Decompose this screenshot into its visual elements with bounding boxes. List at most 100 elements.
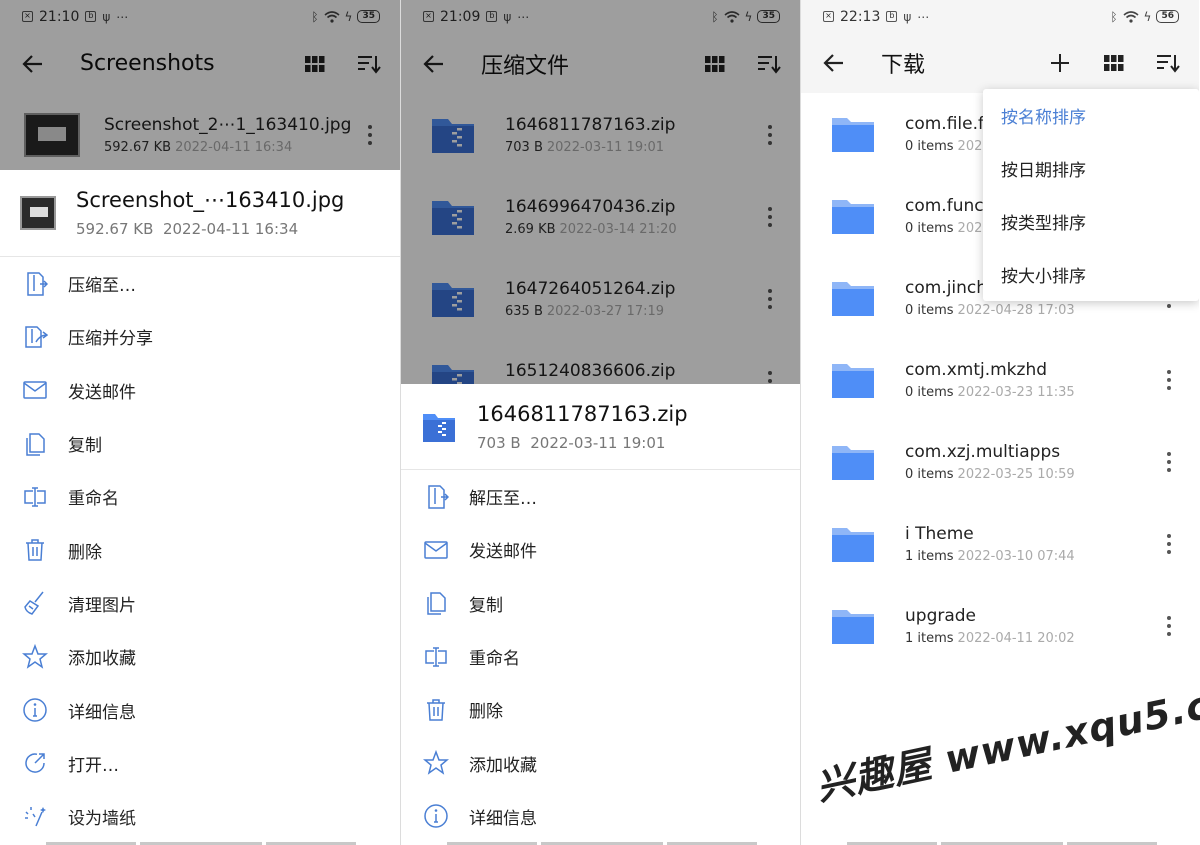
- status-bar: × 21:10 b ψ ⋯ ᛒ ϟ 35: [0, 0, 400, 33]
- sort-option[interactable]: 按类型排序: [983, 195, 1199, 248]
- star-icon: [423, 750, 449, 776]
- folder-item-count: 0 items: [905, 303, 954, 318]
- page-title: 下载: [881, 53, 926, 78]
- folder-date: 202: [957, 221, 983, 236]
- menu-item-mail[interactable]: 发送邮件: [0, 364, 400, 417]
- copy-icon: [423, 590, 449, 616]
- sort-option[interactable]: 按大小排序: [983, 248, 1199, 301]
- more-options-button[interactable]: [1159, 611, 1179, 641]
- menu-item-compress-share[interactable]: 压缩并分享: [0, 310, 400, 363]
- menu-item-star[interactable]: 添加收藏: [401, 736, 800, 789]
- grid-view-button[interactable]: [702, 51, 728, 77]
- file-row[interactable]: 1646996470436.zip 2.69 KB 2022-03-14 21:20: [401, 176, 800, 258]
- menu-item-compress-to[interactable]: 压缩至…: [0, 257, 400, 310]
- sort-option[interactable]: 按日期排序: [983, 142, 1199, 195]
- more-options-button[interactable]: [360, 120, 380, 150]
- folder-date: 2022-03-25 10:59: [957, 467, 1075, 482]
- menu-item-label: 解压至…: [469, 489, 537, 510]
- grid-icon: [305, 55, 325, 72]
- folder-item-count: 1 items: [905, 631, 954, 646]
- menu-item-info[interactable]: 详细信息: [401, 790, 800, 843]
- grid-view-button[interactable]: [1101, 50, 1127, 76]
- notification-icon: ×: [823, 11, 834, 22]
- menu-item-copy[interactable]: 复制: [0, 417, 400, 470]
- app-badge-icon: b: [886, 11, 898, 22]
- folder-row[interactable]: upgrade 1 items 2022-04-11 20:02: [801, 585, 1199, 667]
- folder-name: com.xzj.multiapps: [905, 442, 1061, 462]
- menu-item-rename[interactable]: 重命名: [401, 630, 800, 683]
- mail-icon: [22, 377, 48, 403]
- file-row[interactable]: 1646811787163.zip 703 B 2022-03-11 19:01: [401, 94, 800, 176]
- sort-button[interactable]: [1155, 50, 1181, 76]
- app-badge-icon: b: [486, 11, 498, 22]
- wallpaper-icon: [22, 804, 48, 830]
- wifi-icon: [1123, 10, 1139, 23]
- sort-menu: 按名称排序 按日期排序 按类型排序 按大小排序: [983, 89, 1199, 301]
- grid-view-button[interactable]: [302, 51, 328, 77]
- folder-icon: [825, 601, 881, 651]
- more-options-button[interactable]: [1159, 529, 1179, 559]
- sheet-menu: 压缩至… 压缩并分享发送邮件 复制 重命名 删除 清理图片 添加收藏 详细信息打开… 设为墙纸: [0, 257, 400, 843]
- file-size: 592.67 KB: [104, 140, 172, 155]
- more-options-button[interactable]: [1159, 447, 1179, 477]
- wifi-icon: [724, 10, 740, 23]
- image-thumbnail: [24, 113, 80, 157]
- menu-item-delete[interactable]: 删除: [0, 523, 400, 576]
- back-button[interactable]: [20, 51, 46, 77]
- file-name: 1646996470436.zip: [505, 197, 676, 217]
- more-notifications-icon: ⋯: [517, 9, 530, 24]
- more-options-button[interactable]: [760, 202, 780, 232]
- sort-option[interactable]: 按名称排序: [983, 89, 1199, 142]
- toolbar: 压缩文件: [401, 33, 800, 94]
- sort-button[interactable]: [756, 51, 782, 77]
- menu-item-extract[interactable]: 解压至…: [401, 470, 800, 523]
- folder-row[interactable]: com.xzj.multiapps 0 items 2022-03-25 10:59: [801, 421, 1199, 503]
- folder-icon: [825, 191, 881, 241]
- rename-icon: [22, 484, 48, 510]
- plus-icon: [1051, 54, 1069, 72]
- battery-indicator: 35: [357, 10, 380, 23]
- status-time: 21:10: [39, 8, 80, 25]
- folder-row[interactable]: i Theme 1 items 2022-03-10 07:44: [801, 503, 1199, 585]
- menu-item-label: 打开…: [68, 755, 119, 776]
- folder-icon: [825, 355, 881, 405]
- bluetooth-icon: ᛒ: [1110, 9, 1118, 24]
- menu-item-delete[interactable]: 删除: [401, 683, 800, 736]
- folder-row[interactable]: com.xmtj.mkzhd 0 items 2022-03-23 11:35: [801, 339, 1199, 421]
- menu-item-mail[interactable]: 发送邮件: [401, 523, 800, 576]
- menu-item-wallpaper[interactable]: 设为墙纸: [0, 790, 400, 843]
- usb-icon: ψ: [903, 9, 912, 24]
- folder-name: com.xmtj.mkzhd: [905, 360, 1048, 380]
- menu-item-label: 压缩并分享: [68, 329, 153, 350]
- menu-item-label: 压缩至…: [68, 276, 136, 297]
- more-options-button[interactable]: [760, 284, 780, 314]
- menu-item-copy[interactable]: 复制: [401, 577, 800, 630]
- page-title: Screenshots: [80, 51, 215, 76]
- folder-date: 202: [957, 139, 983, 154]
- folder-icon: [825, 273, 881, 323]
- back-button[interactable]: [421, 51, 447, 77]
- menu-item-label: 复制: [469, 595, 503, 616]
- menu-item-open[interactable]: 打开…: [0, 737, 400, 790]
- wifi-icon: [324, 10, 340, 23]
- folder-date: 2022-04-28 17:03: [957, 303, 1075, 318]
- menu-item-info[interactable]: 详细信息: [0, 683, 400, 736]
- menu-item-rename[interactable]: 重命名: [0, 470, 400, 523]
- more-options-button[interactable]: [760, 120, 780, 150]
- panel-archives: × 21:09 b ψ ⋯ ᛒ ϟ 35 压缩文件 1646811787163.…: [400, 0, 800, 845]
- menu-item-star[interactable]: 添加收藏: [0, 630, 400, 683]
- back-button[interactable]: [821, 50, 847, 76]
- new-folder-button[interactable]: [1047, 50, 1073, 76]
- sheet-file-date: 2022-03-11 19:01: [530, 433, 666, 452]
- file-row[interactable]: Screenshot_2⋯1_163410.jpg 592.67 KB 2022-…: [0, 94, 400, 176]
- menu-item-broom[interactable]: 清理图片: [0, 577, 400, 630]
- usb-icon: ψ: [102, 9, 111, 24]
- more-notifications-icon: ⋯: [116, 9, 129, 24]
- sheet-menu: 解压至… 发送邮件复制重命名 删除 添加收藏 详细信息: [401, 470, 800, 843]
- zip-file-icon: [425, 192, 481, 242]
- more-options-button[interactable]: [1159, 365, 1179, 395]
- panel-screenshots: × 21:10 b ψ ⋯ ᛒ ϟ 35 Screenshots Screens…: [0, 0, 400, 845]
- file-row[interactable]: 1647264051264.zip 635 B 2022-03-27 17:19: [401, 258, 800, 340]
- sort-button[interactable]: [356, 51, 382, 77]
- file-size: 703 B: [505, 140, 543, 155]
